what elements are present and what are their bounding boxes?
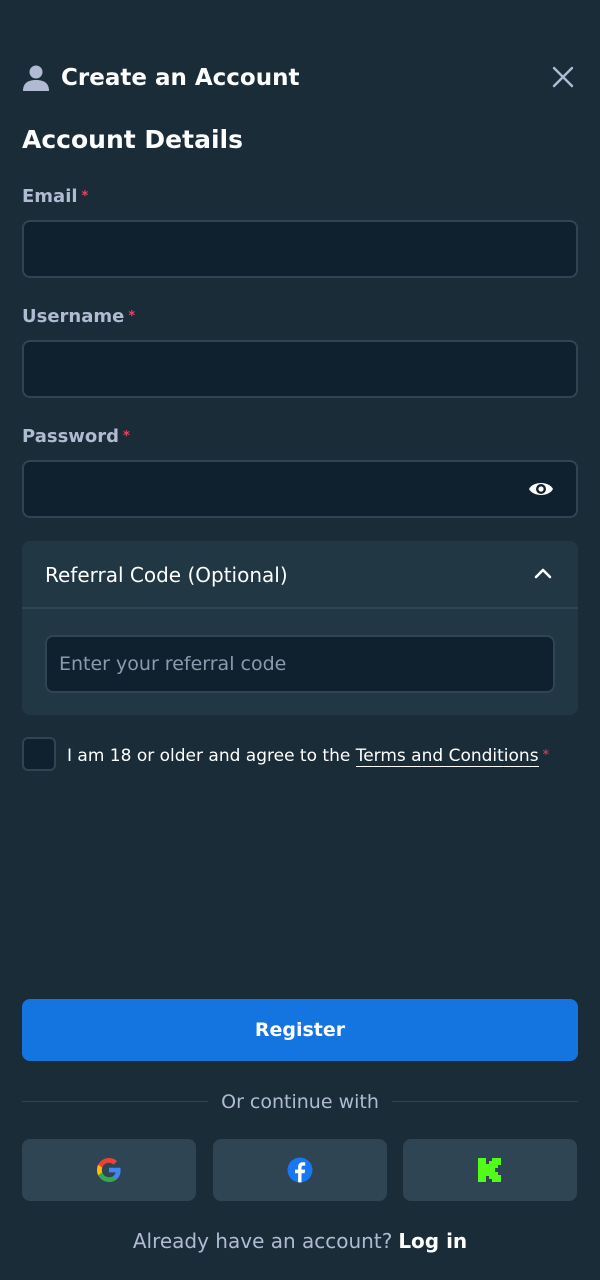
username-label: Username * [22,305,135,329]
create-account-modal: Create an Account Account Details Email *… [0,0,600,1280]
username-field[interactable] [22,340,578,398]
username-label-text: Username [22,306,125,327]
kick-icon [478,1158,501,1182]
required-mark: * [542,748,550,763]
terms-checkbox[interactable] [22,737,56,771]
eye-icon[interactable] [528,479,554,499]
referral-section: Referral Code (Optional) [22,541,578,715]
email-field[interactable] [22,220,578,278]
referral-toggle[interactable]: Referral Code (Optional) [22,541,578,609]
terms-text: I am 18 or older and agree to the Terms … [67,744,549,768]
password-label-text: Password [22,426,120,447]
facebook-login-button[interactable] [213,1139,387,1201]
section-title: Account Details [22,125,243,154]
terms-row: I am 18 or older and agree to the Terms … [22,737,578,777]
password-label: Password * [22,425,130,449]
required-mark: * [81,189,89,204]
required-mark: * [123,429,130,444]
facebook-icon [287,1157,313,1183]
password-field[interactable] [22,460,578,518]
login-prompt: Already have an account? [132,1229,393,1253]
required-mark: * [128,309,136,324]
close-icon[interactable] [550,64,576,90]
divider-text: Or continue with [221,1091,379,1113]
modal-header: Create an Account [22,58,578,98]
divider: Or continue with [22,1088,578,1116]
referral-label: Referral Code (Optional) [45,563,288,587]
login-line: Already have an account? Log in [0,1226,600,1256]
kick-login-button[interactable] [403,1139,577,1201]
google-icon [97,1158,121,1182]
register-button[interactable]: Register [22,999,578,1061]
modal-title: Create an Account [61,65,300,91]
user-icon [23,65,49,91]
email-label: Email * [22,185,88,209]
google-login-button[interactable] [22,1139,196,1201]
terms-link[interactable]: Terms and Conditions [355,746,539,767]
terms-prefix: I am 18 or older and agree to the [67,746,351,766]
chevron-up-icon [534,568,552,579]
divider-line-right [392,1101,578,1102]
login-link[interactable]: Log in [398,1229,467,1253]
referral-code-input[interactable] [45,635,555,693]
email-label-text: Email [22,186,78,207]
